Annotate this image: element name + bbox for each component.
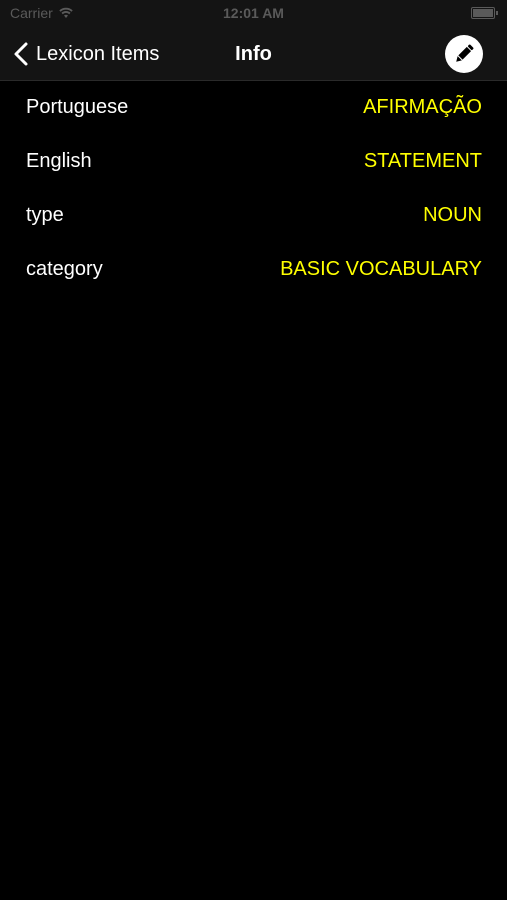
row-value: STATEMENT bbox=[363, 149, 482, 172]
status-time: 12:01 AM bbox=[223, 5, 284, 21]
row-value: AFIRMAÇÃO bbox=[363, 95, 482, 118]
info-row-category: category BASIC VOCABULARY bbox=[0, 242, 507, 296]
row-label: type bbox=[26, 203, 64, 226]
pencil-icon bbox=[456, 44, 474, 62]
battery-icon bbox=[471, 7, 498, 19]
row-label: Portuguese bbox=[26, 95, 129, 118]
row-value: BASIC VOCABULARY bbox=[280, 257, 482, 280]
page-title: Info bbox=[235, 43, 272, 65]
navigation-bar: Lexicon Items Info bbox=[0, 28, 507, 81]
info-screen: Carrier 12:01 AM Lexicon Items Info Port… bbox=[0, 0, 507, 900]
info-row-portuguese: Portuguese AFIRMAÇÃO bbox=[0, 80, 507, 134]
edit-button[interactable] bbox=[445, 35, 483, 73]
info-row-type: type NOUN bbox=[0, 188, 507, 242]
info-row-english: English STATEMENT bbox=[0, 134, 507, 188]
status-bar: Carrier 12:01 AM bbox=[0, 0, 507, 28]
row-label: English bbox=[26, 149, 92, 172]
info-list: Portuguese AFIRMAÇÃO English STATEMENT t… bbox=[0, 80, 507, 296]
row-label: category bbox=[26, 257, 103, 280]
row-value: NOUN bbox=[423, 203, 482, 226]
